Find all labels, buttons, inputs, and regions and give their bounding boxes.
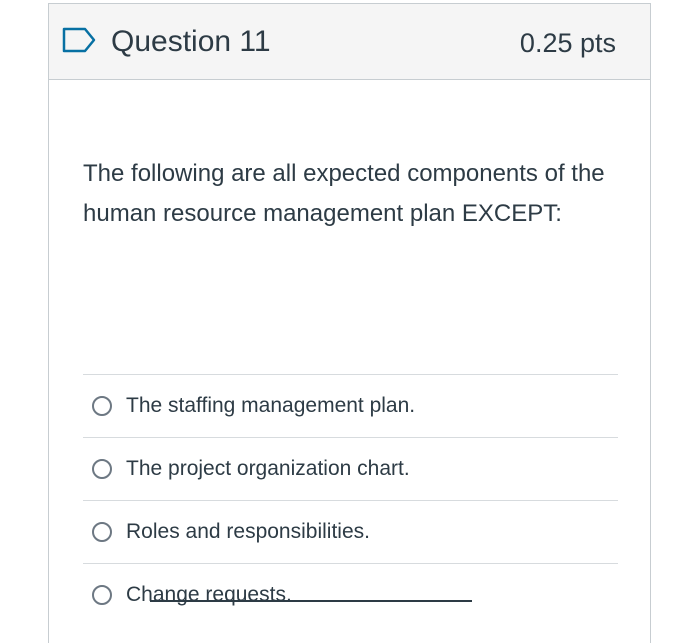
underline-mark	[150, 600, 472, 602]
answer-option[interactable]: Roles and responsibilities.	[83, 500, 618, 563]
answer-option[interactable]: The project organization chart.	[83, 437, 618, 500]
radio-button-icon[interactable]	[92, 585, 112, 605]
question-card: Question 11 0.25 pts The following are a…	[48, 3, 651, 643]
question-header: Question 11 0.25 pts	[49, 4, 650, 80]
answer-label[interactable]: Change requests.	[126, 581, 292, 609]
question-title: Question 11	[111, 25, 271, 58]
question-text: The following are all expected component…	[83, 160, 605, 227]
answer-label[interactable]: Roles and responsibilities.	[126, 518, 370, 546]
answer-label[interactable]: The staffing management plan.	[126, 392, 415, 420]
answer-option[interactable]: Change requests.	[83, 563, 618, 626]
answer-option[interactable]: The staffing management plan.	[83, 374, 618, 437]
answer-list: The staffing management plan. The projec…	[83, 374, 618, 626]
radio-button-icon[interactable]	[92, 522, 112, 542]
flag-outline-icon[interactable]	[61, 26, 99, 54]
radio-button-icon[interactable]	[92, 396, 112, 416]
radio-button-icon[interactable]	[92, 459, 112, 479]
answer-label[interactable]: The project organization chart.	[126, 455, 410, 483]
question-points: 0.25 pts	[519, 28, 616, 58]
